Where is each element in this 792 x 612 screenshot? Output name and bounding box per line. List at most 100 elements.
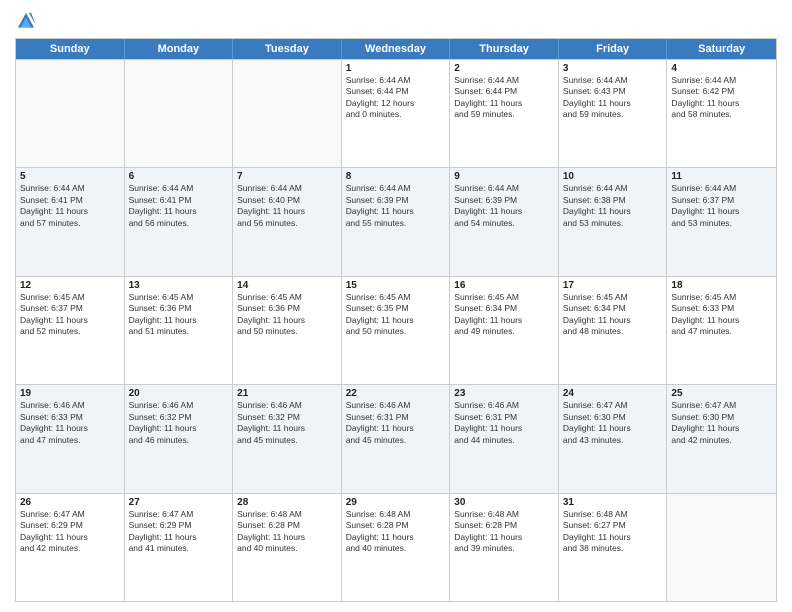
- calendar-cell: [667, 494, 776, 601]
- calendar-header: SundayMondayTuesdayWednesdayThursdayFrid…: [16, 39, 776, 59]
- day-number: 8: [346, 171, 446, 182]
- calendar-cell: 5Sunrise: 6:44 AM Sunset: 6:41 PM Daylig…: [16, 168, 125, 275]
- day-info: Sunrise: 6:45 AM Sunset: 6:36 PM Dayligh…: [129, 292, 229, 338]
- day-number: 20: [129, 388, 229, 399]
- day-info: Sunrise: 6:48 AM Sunset: 6:28 PM Dayligh…: [346, 509, 446, 555]
- day-info: Sunrise: 6:45 AM Sunset: 6:33 PM Dayligh…: [671, 292, 772, 338]
- day-info: Sunrise: 6:46 AM Sunset: 6:31 PM Dayligh…: [454, 400, 554, 446]
- calendar-cell: 1Sunrise: 6:44 AM Sunset: 6:44 PM Daylig…: [342, 60, 451, 167]
- day-info: Sunrise: 6:45 AM Sunset: 6:37 PM Dayligh…: [20, 292, 120, 338]
- day-number: 25: [671, 388, 772, 399]
- day-number: 9: [454, 171, 554, 182]
- day-number: 11: [671, 171, 772, 182]
- day-info: Sunrise: 6:45 AM Sunset: 6:34 PM Dayligh…: [454, 292, 554, 338]
- calendar-cell: 12Sunrise: 6:45 AM Sunset: 6:37 PM Dayli…: [16, 277, 125, 384]
- day-info: Sunrise: 6:44 AM Sunset: 6:41 PM Dayligh…: [20, 183, 120, 229]
- calendar-cell: 4Sunrise: 6:44 AM Sunset: 6:42 PM Daylig…: [667, 60, 776, 167]
- day-number: 26: [20, 497, 120, 508]
- day-number: 4: [671, 63, 772, 74]
- calendar-cell: 29Sunrise: 6:48 AM Sunset: 6:28 PM Dayli…: [342, 494, 451, 601]
- day-number: 15: [346, 280, 446, 291]
- day-info: Sunrise: 6:47 AM Sunset: 6:29 PM Dayligh…: [129, 509, 229, 555]
- calendar-cell: 17Sunrise: 6:45 AM Sunset: 6:34 PM Dayli…: [559, 277, 668, 384]
- day-number: 6: [129, 171, 229, 182]
- day-info: Sunrise: 6:48 AM Sunset: 6:28 PM Dayligh…: [237, 509, 337, 555]
- calendar-cell: 18Sunrise: 6:45 AM Sunset: 6:33 PM Dayli…: [667, 277, 776, 384]
- calendar-row-3: 19Sunrise: 6:46 AM Sunset: 6:33 PM Dayli…: [16, 384, 776, 492]
- day-number: 28: [237, 497, 337, 508]
- day-info: Sunrise: 6:47 AM Sunset: 6:30 PM Dayligh…: [671, 400, 772, 446]
- header-thursday: Thursday: [450, 39, 559, 59]
- day-info: Sunrise: 6:46 AM Sunset: 6:32 PM Dayligh…: [237, 400, 337, 446]
- day-number: 24: [563, 388, 663, 399]
- day-number: 1: [346, 63, 446, 74]
- calendar-cell: 27Sunrise: 6:47 AM Sunset: 6:29 PM Dayli…: [125, 494, 234, 601]
- day-number: 16: [454, 280, 554, 291]
- header-friday: Friday: [559, 39, 668, 59]
- calendar-cell: 15Sunrise: 6:45 AM Sunset: 6:35 PM Dayli…: [342, 277, 451, 384]
- calendar-row-2: 12Sunrise: 6:45 AM Sunset: 6:37 PM Dayli…: [16, 276, 776, 384]
- header-monday: Monday: [125, 39, 234, 59]
- calendar-cell: 7Sunrise: 6:44 AM Sunset: 6:40 PM Daylig…: [233, 168, 342, 275]
- day-number: 29: [346, 497, 446, 508]
- calendar-body: 1Sunrise: 6:44 AM Sunset: 6:44 PM Daylig…: [16, 59, 776, 601]
- calendar-cell: 16Sunrise: 6:45 AM Sunset: 6:34 PM Dayli…: [450, 277, 559, 384]
- calendar-cell: 23Sunrise: 6:46 AM Sunset: 6:31 PM Dayli…: [450, 385, 559, 492]
- calendar: SundayMondayTuesdayWednesdayThursdayFrid…: [15, 38, 777, 602]
- calendar-cell: 10Sunrise: 6:44 AM Sunset: 6:38 PM Dayli…: [559, 168, 668, 275]
- day-number: 14: [237, 280, 337, 291]
- day-info: Sunrise: 6:44 AM Sunset: 6:41 PM Dayligh…: [129, 183, 229, 229]
- day-number: 23: [454, 388, 554, 399]
- day-number: 17: [563, 280, 663, 291]
- calendar-cell: 25Sunrise: 6:47 AM Sunset: 6:30 PM Dayli…: [667, 385, 776, 492]
- day-number: 22: [346, 388, 446, 399]
- calendar-cell: 6Sunrise: 6:44 AM Sunset: 6:41 PM Daylig…: [125, 168, 234, 275]
- day-info: Sunrise: 6:44 AM Sunset: 6:39 PM Dayligh…: [454, 183, 554, 229]
- calendar-cell: 28Sunrise: 6:48 AM Sunset: 6:28 PM Dayli…: [233, 494, 342, 601]
- day-number: 21: [237, 388, 337, 399]
- day-info: Sunrise: 6:44 AM Sunset: 6:40 PM Dayligh…: [237, 183, 337, 229]
- header: [15, 10, 777, 32]
- day-number: 19: [20, 388, 120, 399]
- header-wednesday: Wednesday: [342, 39, 451, 59]
- calendar-row-1: 5Sunrise: 6:44 AM Sunset: 6:41 PM Daylig…: [16, 167, 776, 275]
- calendar-cell: 11Sunrise: 6:44 AM Sunset: 6:37 PM Dayli…: [667, 168, 776, 275]
- calendar-cell: [125, 60, 234, 167]
- day-info: Sunrise: 6:45 AM Sunset: 6:36 PM Dayligh…: [237, 292, 337, 338]
- day-info: Sunrise: 6:45 AM Sunset: 6:35 PM Dayligh…: [346, 292, 446, 338]
- day-info: Sunrise: 6:47 AM Sunset: 6:29 PM Dayligh…: [20, 509, 120, 555]
- calendar-cell: 26Sunrise: 6:47 AM Sunset: 6:29 PM Dayli…: [16, 494, 125, 601]
- calendar-cell: 22Sunrise: 6:46 AM Sunset: 6:31 PM Dayli…: [342, 385, 451, 492]
- calendar-cell: 31Sunrise: 6:48 AM Sunset: 6:27 PM Dayli…: [559, 494, 668, 601]
- calendar-cell: 19Sunrise: 6:46 AM Sunset: 6:33 PM Dayli…: [16, 385, 125, 492]
- calendar-row-4: 26Sunrise: 6:47 AM Sunset: 6:29 PM Dayli…: [16, 493, 776, 601]
- day-info: Sunrise: 6:48 AM Sunset: 6:28 PM Dayligh…: [454, 509, 554, 555]
- header-saturday: Saturday: [667, 39, 776, 59]
- day-number: 30: [454, 497, 554, 508]
- calendar-cell: 9Sunrise: 6:44 AM Sunset: 6:39 PM Daylig…: [450, 168, 559, 275]
- day-number: 5: [20, 171, 120, 182]
- day-info: Sunrise: 6:46 AM Sunset: 6:31 PM Dayligh…: [346, 400, 446, 446]
- day-number: 12: [20, 280, 120, 291]
- logo-icon: [15, 10, 37, 32]
- calendar-cell: 24Sunrise: 6:47 AM Sunset: 6:30 PM Dayli…: [559, 385, 668, 492]
- header-tuesday: Tuesday: [233, 39, 342, 59]
- page: SundayMondayTuesdayWednesdayThursdayFrid…: [0, 0, 792, 612]
- day-info: Sunrise: 6:44 AM Sunset: 6:44 PM Dayligh…: [346, 75, 446, 121]
- day-info: Sunrise: 6:44 AM Sunset: 6:44 PM Dayligh…: [454, 75, 554, 121]
- calendar-cell: 3Sunrise: 6:44 AM Sunset: 6:43 PM Daylig…: [559, 60, 668, 167]
- day-number: 13: [129, 280, 229, 291]
- calendar-cell: 20Sunrise: 6:46 AM Sunset: 6:32 PM Dayli…: [125, 385, 234, 492]
- calendar-cell: 14Sunrise: 6:45 AM Sunset: 6:36 PM Dayli…: [233, 277, 342, 384]
- header-sunday: Sunday: [16, 39, 125, 59]
- calendar-cell: 8Sunrise: 6:44 AM Sunset: 6:39 PM Daylig…: [342, 168, 451, 275]
- day-number: 10: [563, 171, 663, 182]
- calendar-cell: [16, 60, 125, 167]
- day-number: 27: [129, 497, 229, 508]
- logo: [15, 10, 40, 32]
- calendar-cell: [233, 60, 342, 167]
- day-info: Sunrise: 6:46 AM Sunset: 6:32 PM Dayligh…: [129, 400, 229, 446]
- calendar-cell: 21Sunrise: 6:46 AM Sunset: 6:32 PM Dayli…: [233, 385, 342, 492]
- day-info: Sunrise: 6:46 AM Sunset: 6:33 PM Dayligh…: [20, 400, 120, 446]
- day-info: Sunrise: 6:44 AM Sunset: 6:39 PM Dayligh…: [346, 183, 446, 229]
